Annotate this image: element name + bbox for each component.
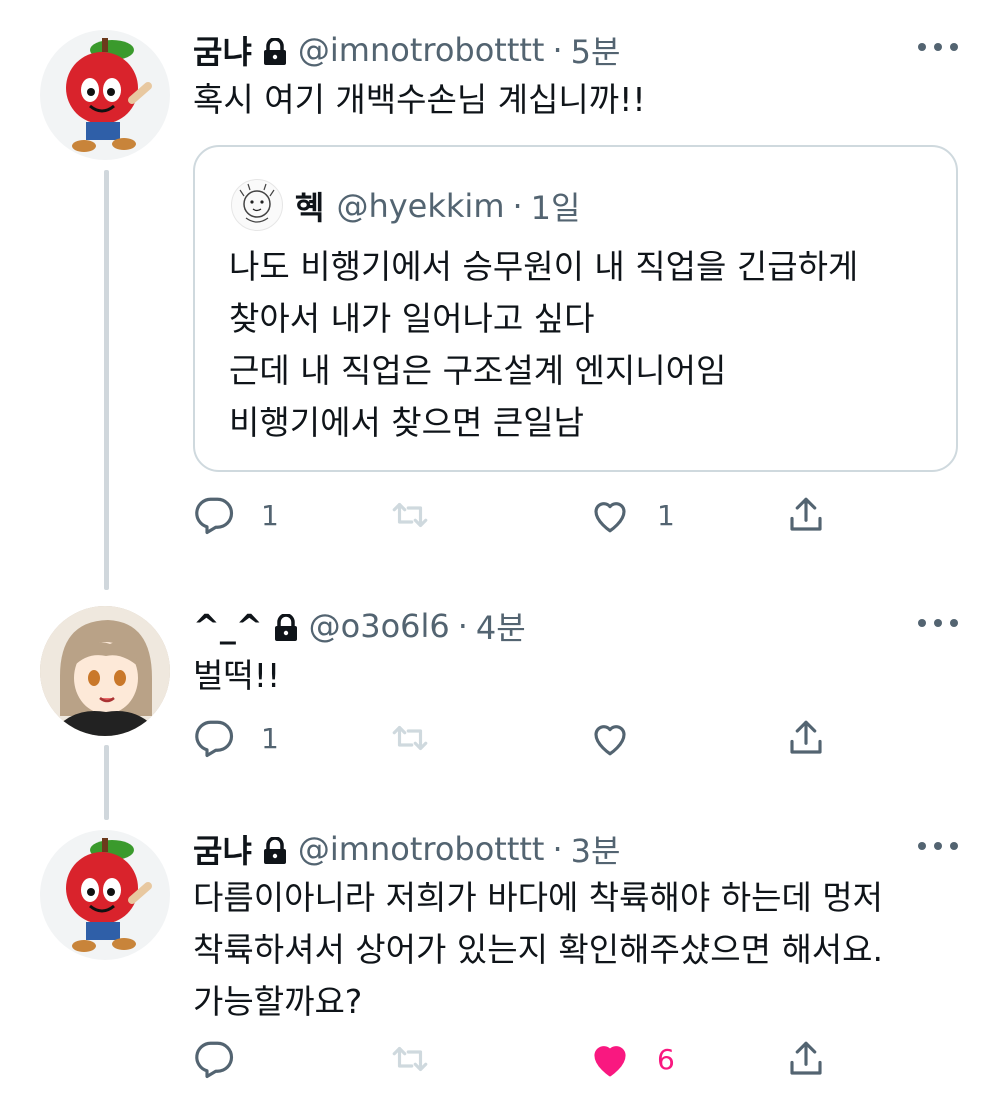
reply-count: 1 bbox=[261, 498, 279, 532]
share-button[interactable] bbox=[785, 717, 827, 759]
heart-icon bbox=[594, 502, 626, 533]
anime-girl-avatar-icon bbox=[40, 606, 170, 736]
apple-avatar-icon bbox=[66, 838, 152, 952]
display-name[interactable]: ^_^ bbox=[193, 607, 263, 645]
like-count: 6 bbox=[657, 1042, 675, 1076]
reply-count: 1 bbox=[261, 721, 279, 755]
share-button[interactable] bbox=[785, 1038, 827, 1080]
heart-icon bbox=[594, 725, 626, 756]
reply-button[interactable]: 1 bbox=[193, 717, 279, 759]
lock-icon bbox=[262, 36, 288, 65]
quote-header: 혝 @hyekkim · 1일 bbox=[295, 183, 580, 229]
quote-avatar[interactable] bbox=[231, 179, 283, 231]
lock-icon bbox=[262, 835, 288, 864]
avatar[interactable] bbox=[40, 30, 170, 160]
lock-icon bbox=[273, 612, 299, 641]
tweet-text-line: 가능할까요? bbox=[193, 982, 363, 1021]
tweet-text: 벌떡!! bbox=[193, 656, 281, 695]
like-count: 1 bbox=[657, 498, 675, 532]
share-button[interactable] bbox=[785, 494, 827, 536]
like-button[interactable]: 6 bbox=[589, 1038, 675, 1080]
quote-text-line: 비행기에서 찾으면 큰일남 bbox=[229, 403, 584, 442]
reply-button[interactable] bbox=[193, 1038, 261, 1080]
handle[interactable]: @o3o6l6 bbox=[309, 607, 450, 645]
retweet-icon bbox=[392, 725, 428, 751]
quote-handle: @hyekkim bbox=[336, 187, 505, 225]
doodle-avatar-icon bbox=[239, 183, 275, 223]
quote-text-line: 나도 비행기에서 승무원이 내 직업을 긴급하게 bbox=[229, 247, 859, 286]
tweet-text-line: 다름이아니라 저희가 바다에 착륙해야 하는데 멍저 bbox=[193, 878, 884, 917]
reply-icon bbox=[195, 497, 233, 535]
reply-icon bbox=[195, 720, 233, 758]
tweet-header: ^_^ @o3o6l6 · 4분 bbox=[193, 603, 526, 649]
display-name[interactable]: 굼냐 bbox=[193, 27, 252, 73]
tweet-actions: 6 bbox=[193, 1038, 833, 1088]
retweet-icon bbox=[392, 502, 428, 528]
apple-avatar-icon bbox=[66, 38, 152, 152]
quote-timestamp: 1일 bbox=[530, 189, 581, 227]
retweet-button[interactable] bbox=[389, 1038, 431, 1080]
share-icon bbox=[790, 1041, 822, 1075]
retweet-button[interactable] bbox=[389, 494, 431, 536]
avatar[interactable] bbox=[40, 830, 170, 960]
timestamp[interactable]: 3분 bbox=[571, 826, 621, 872]
more-icon[interactable] bbox=[918, 840, 958, 852]
handle[interactable]: @imnotrobotttt bbox=[298, 830, 545, 868]
share-icon bbox=[790, 720, 822, 754]
quote-display-name: 혝 bbox=[295, 189, 325, 227]
thread-line bbox=[104, 745, 109, 820]
share-icon bbox=[790, 497, 822, 531]
retweet-icon bbox=[392, 1046, 428, 1072]
more-icon[interactable] bbox=[918, 617, 958, 629]
tweet-header: 굼냐 @imnotrobotttt · 3분 bbox=[193, 826, 620, 872]
tweet-text: 혹시 여기 개백수손님 계십니까!! bbox=[193, 80, 646, 119]
reply-icon bbox=[195, 1041, 233, 1079]
quoted-tweet[interactable]: 혝 @hyekkim · 1일 나도 비행기에서 승무원이 내 직업을 긴급하게… bbox=[193, 145, 958, 472]
handle[interactable]: @imnotrobotttt bbox=[298, 31, 545, 69]
thread-line bbox=[104, 170, 109, 590]
separator-dot: · bbox=[457, 607, 468, 645]
tweet-text-line: 착륙하셔서 상어가 있는지 확인해주샸으면 해서요. bbox=[193, 930, 884, 969]
avatar[interactable] bbox=[40, 606, 170, 736]
timestamp[interactable]: 4분 bbox=[476, 603, 526, 649]
quote-text-line: 찾아서 내가 일어나고 싶다 bbox=[229, 299, 595, 338]
display-name[interactable]: 굼냐 bbox=[193, 826, 252, 872]
separator-dot: · bbox=[552, 830, 563, 868]
more-icon[interactable] bbox=[918, 41, 958, 53]
tweet-actions: 1 1 bbox=[193, 494, 833, 544]
tweet-header: 굼냐 @imnotrobotttt · 5분 bbox=[193, 27, 620, 73]
reply-button[interactable]: 1 bbox=[193, 494, 279, 536]
retweet-button[interactable] bbox=[389, 717, 431, 759]
timestamp[interactable]: 5분 bbox=[571, 27, 621, 73]
separator-dot: · bbox=[552, 31, 563, 69]
separator-dot: · bbox=[512, 187, 523, 225]
tweet-actions: 1 bbox=[193, 717, 833, 767]
heart-filled-icon bbox=[594, 1046, 626, 1077]
like-button[interactable] bbox=[589, 717, 657, 759]
like-button[interactable]: 1 bbox=[589, 494, 675, 536]
quote-text-line: 근데 내 직업은 구조설계 엔지니어임 bbox=[229, 351, 727, 390]
